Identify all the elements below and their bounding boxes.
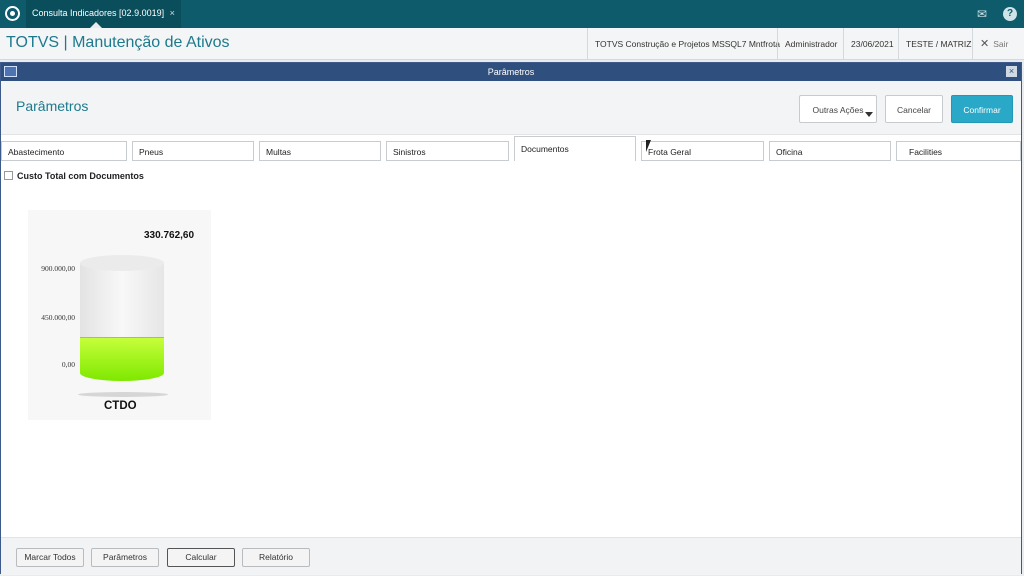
dialog-header: Parâmetros Outras Ações Cancelar Confirm… [1, 81, 1021, 135]
cancel-button[interactable]: Cancelar [885, 95, 943, 123]
tab-facilities[interactable]: Facilities [896, 141, 1021, 161]
parametros-dialog: Parâmetros × Parâmetros Outras Ações Can… [0, 62, 1022, 575]
tab-abastecimento[interactable]: Abastecimento [1, 141, 127, 161]
marcar-todos-button[interactable]: Marcar Todos [16, 548, 84, 567]
dialog-heading: Parâmetros [16, 98, 89, 114]
gauge-tick-max: 900.000,00 [41, 264, 75, 273]
gauge-cylinder-top [80, 255, 164, 271]
close-tab-icon[interactable]: × [170, 8, 175, 18]
date-info: 23/06/2021 [843, 28, 901, 60]
window-icon [4, 66, 17, 77]
dialog-footer: Marcar Todos Parâmetros Calcular Relatór… [1, 537, 1021, 575]
branch-info: TESTE / MATRIZ [898, 28, 978, 60]
tab-sinistros[interactable]: Sinistros [386, 141, 509, 161]
outras-acoes-button[interactable]: Outras Ações [799, 95, 877, 123]
tab-documentos[interactable]: Documentos [514, 136, 636, 161]
tab-frota-geral[interactable]: Frota Geral [641, 141, 764, 161]
gauge-label: CTDO [104, 400, 137, 412]
tab-pneus[interactable]: Pneus [132, 141, 254, 161]
user-info: Administrador [777, 28, 844, 60]
parametros-button[interactable]: Parâmetros [91, 548, 159, 567]
app-tab[interactable]: Consulta Indicadores [02.9.0019] × [26, 0, 181, 28]
chevron-down-icon [865, 112, 873, 117]
dialog-close-icon[interactable]: × [1006, 66, 1017, 77]
exit-label: Sair [993, 39, 1009, 49]
app-header: TOTVS | Manutenção de Ativos TOTVS Const… [0, 28, 1024, 60]
close-icon: ✕ [980, 38, 990, 50]
mail-icon[interactable]: ✉ [975, 7, 989, 21]
confirm-button[interactable]: Confirmar [951, 95, 1013, 123]
dialog-window-title: Parâmetros [487, 67, 535, 77]
outras-acoes-label: Outras Ações [812, 105, 864, 115]
app-title: TOTVS | Manutenção de Ativos [6, 34, 230, 51]
gauge-cylinder [80, 255, 164, 381]
dialog-titlebar: Parâmetros × [1, 63, 1021, 81]
calcular-button[interactable]: Calcular [167, 548, 235, 567]
gauge-tick-min: 0,00 [61, 360, 75, 369]
folder-tabs: Abastecimento Pneus Multas Sinistros Doc… [1, 136, 1021, 161]
gauge-fill-top [80, 337, 164, 338]
relatorio-button[interactable]: Relatório [242, 548, 310, 567]
custo-total-label: Custo Total com Documentos [17, 171, 144, 181]
gauge-fill [80, 337, 164, 381]
app-tab-label: Consulta Indicadores [02.9.0019] [32, 8, 165, 18]
tab-multas[interactable]: Multas [259, 141, 381, 161]
exit-button[interactable]: ✕ Sair [972, 28, 1015, 60]
help-icon[interactable]: ? [1003, 7, 1017, 21]
gauge-tick-mid: 450.000,00 [41, 313, 75, 322]
tab-oficina[interactable]: Oficina [769, 141, 891, 161]
totvs-logo-icon[interactable] [5, 6, 20, 21]
ctdo-gauge: 330.762,60 900.000,00 450.000,00 0,00 CT… [28, 210, 211, 420]
company-info: TOTVS Construção e Projetos MSSQL7 Mntfr… [587, 28, 787, 60]
custo-total-row: Custo Total com Documentos [4, 171, 144, 183]
gauge-shadow [78, 392, 168, 397]
gauge-value-label: 330.762,60 [144, 230, 195, 241]
top-bar: Consulta Indicadores [02.9.0019] × ✉ ? [0, 0, 1024, 28]
mouse-cursor-icon [646, 140, 656, 152]
custo-total-checkbox[interactable] [4, 171, 13, 180]
